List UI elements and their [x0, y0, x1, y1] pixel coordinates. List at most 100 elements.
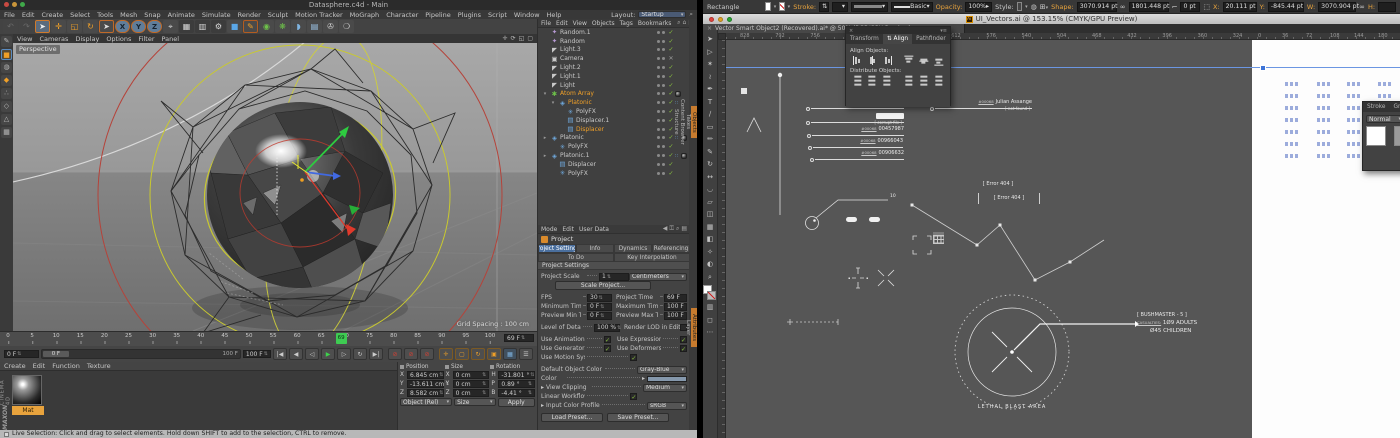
enabled-check[interactable]: ✓ [667, 152, 675, 159]
menu-item-motion-tracker[interactable]: Motion Tracker [295, 11, 343, 19]
menu-item-mograph[interactable]: MoGraph [350, 11, 380, 19]
draw-mode-icon[interactable]: ▥ [704, 301, 717, 314]
keyframe-position-button[interactable]: ✛ [439, 348, 453, 360]
y-field[interactable]: -845.44 pt [1267, 1, 1304, 12]
ai-titlebar[interactable]: Ai UI_Vectors.ai @ 153.15% (CMYK/GPU Pre… [703, 14, 1400, 24]
viewport-pan-icon[interactable]: ✛ [503, 35, 508, 42]
uv-mode-icon[interactable]: ▦ [1, 127, 12, 138]
distribute-v-center-icon[interactable] [868, 75, 877, 86]
h-field[interactable] [1378, 1, 1396, 12]
type-tool-icon[interactable]: T [704, 96, 717, 109]
stepper-icon[interactable]: ⇅ [528, 381, 532, 387]
menu-item-edit[interactable]: Edit [22, 11, 35, 19]
enable-toggles[interactable] [657, 145, 667, 149]
viewport-menu-filter[interactable]: Filter [138, 35, 154, 43]
panel-menu-icon[interactable]: ▾≡ [940, 28, 947, 34]
zoom-button[interactable] [727, 16, 732, 22]
last-tool-icon[interactable]: ➤ [99, 20, 114, 33]
light-icon[interactable]: ❍ [339, 20, 354, 33]
panel-tab-transform[interactable]: Transform [846, 34, 883, 44]
distribute-top-icon[interactable] [853, 75, 862, 86]
om-search-icon[interactable]: ⌕ [677, 19, 680, 27]
mesh-tool-icon[interactable]: ▦ [704, 221, 717, 234]
value-field[interactable]: 0 cm ⇅ [452, 389, 490, 397]
om-menu-objects[interactable]: Objects [592, 20, 615, 27]
value-field[interactable]: 0 cm ⇅ [452, 371, 490, 379]
enable-toggles[interactable] [657, 39, 667, 43]
close-button[interactable] [4, 2, 9, 7]
align-right-icon[interactable] [882, 56, 892, 65]
add-spline-icon[interactable]: ✎ [243, 20, 258, 33]
object-row-light-1[interactable]: ◤ Light.1 ✓ [538, 72, 697, 81]
lock-z-icon[interactable]: Z [147, 20, 162, 33]
minimize-button[interactable] [718, 16, 723, 22]
align-bottom-icon[interactable] [934, 56, 943, 66]
enabled-check[interactable]: ✓ [667, 82, 675, 89]
simulate-icon[interactable]: ❋ [275, 20, 290, 33]
w-field[interactable]: 3070.904 pt [1318, 1, 1359, 12]
keyframe-rotation-button[interactable]: ↻ [471, 348, 485, 360]
stepper-icon[interactable]: ⇅ [600, 304, 604, 310]
distribute-bottom-icon[interactable] [882, 75, 891, 86]
viewport-canvas[interactable] [13, 43, 537, 331]
stroke-weight-stepper[interactable]: ⇅ [819, 1, 830, 12]
pen-tool-icon[interactable]: ✒ [704, 83, 717, 96]
guide-anchor-point[interactable] [1260, 64, 1266, 71]
shape-height-field[interactable]: 1801.448 pt [1128, 1, 1169, 12]
stepper-icon[interactable]: ⇅ [482, 381, 486, 387]
pencil-tool-icon[interactable]: ✎ [704, 146, 717, 159]
timeline-playhead[interactable]: 69 [335, 333, 347, 344]
value-field[interactable]: 100 F [663, 302, 687, 311]
enable-toggles[interactable] [657, 66, 667, 70]
stroke-swatch[interactable] [779, 2, 785, 11]
volume-icon[interactable]: ◗ [291, 20, 306, 33]
lasso-tool-icon[interactable]: ≀ [704, 71, 717, 84]
menu-item-create[interactable]: Create [41, 11, 63, 19]
record-scale-button[interactable]: ⊘ [404, 348, 418, 360]
tab-referencing[interactable]: Referencing [652, 244, 690, 253]
attr-menu-edit[interactable]: Edit [562, 226, 574, 233]
fill-swatch[interactable] [765, 2, 771, 11]
object-row-polyfx[interactable]: ✳ PolyFX ✓ [538, 169, 697, 178]
tab-project-settings[interactable]: Project Settings [538, 244, 576, 253]
enabled-check[interactable]: ✓ [667, 73, 675, 80]
tab-key-interpolation[interactable]: Key Interpolation [614, 253, 690, 262]
record-position-button[interactable]: ⊘ [388, 348, 402, 360]
paintbrush-tool-icon[interactable]: ✏ [704, 133, 717, 146]
coord-mode-select[interactable]: Object (Rel) ▾ [400, 398, 453, 406]
value-field[interactable]: 100 F [663, 311, 687, 320]
viewport-menu-panel[interactable]: Panel [162, 35, 180, 43]
material-menu-create[interactable]: Create [4, 362, 26, 370]
status-checkbox[interactable] [4, 431, 9, 437]
enable-toggles[interactable] [657, 154, 667, 158]
c4d-titlebar[interactable]: Datasphere.c4d - Main [0, 0, 697, 10]
object-row-light[interactable]: ◤ Light ✓ [538, 81, 697, 90]
align-top-icon[interactable] [905, 56, 914, 66]
tree-expander[interactable]: ▾ [548, 100, 558, 106]
range-handle[interactable]: 0 F [42, 351, 69, 357]
tree-expander[interactable]: ▸ [540, 153, 550, 159]
mask-thumbnail[interactable] [1394, 126, 1400, 146]
rectangle-tool-icon[interactable]: ▭ [704, 121, 717, 134]
menu-item-select[interactable]: Select [70, 11, 90, 19]
x-field[interactable]: 20.111 pt [1222, 1, 1257, 12]
scale-tool-icon[interactable]: ↔ [704, 171, 717, 184]
brush-select[interactable]: Basic ▾ [891, 1, 933, 12]
value-field[interactable]: 6.845 cm ⇅ [407, 371, 444, 379]
twirl-icon[interactable]: ▸ [541, 402, 544, 409]
tab-to-do[interactable]: To Do [538, 253, 614, 262]
object-row-displacer[interactable]: ▤ Displacer ✓ [538, 160, 697, 169]
material-menu-function[interactable]: Function [52, 362, 80, 370]
viewport-menu-view[interactable]: View [17, 35, 32, 43]
checkbox[interactable]: ✓ [604, 345, 611, 353]
object-row-camera[interactable]: ▣ Camera ✕ [538, 54, 697, 63]
enabled-check[interactable]: ✓ [667, 38, 675, 45]
value-field[interactable]: 30 ⇅ [587, 293, 612, 302]
dropdown[interactable]: sRGB ▾ [647, 401, 687, 410]
enabled-check[interactable]: ✓ [667, 29, 675, 36]
color-swatch[interactable] [647, 375, 687, 382]
width-profile-select[interactable]: ▾ [851, 1, 889, 12]
value-field[interactable]: 1 ⇅ [599, 272, 629, 281]
align-left-icon[interactable] [852, 56, 863, 65]
goto-end-button[interactable]: ▶| [369, 348, 383, 360]
